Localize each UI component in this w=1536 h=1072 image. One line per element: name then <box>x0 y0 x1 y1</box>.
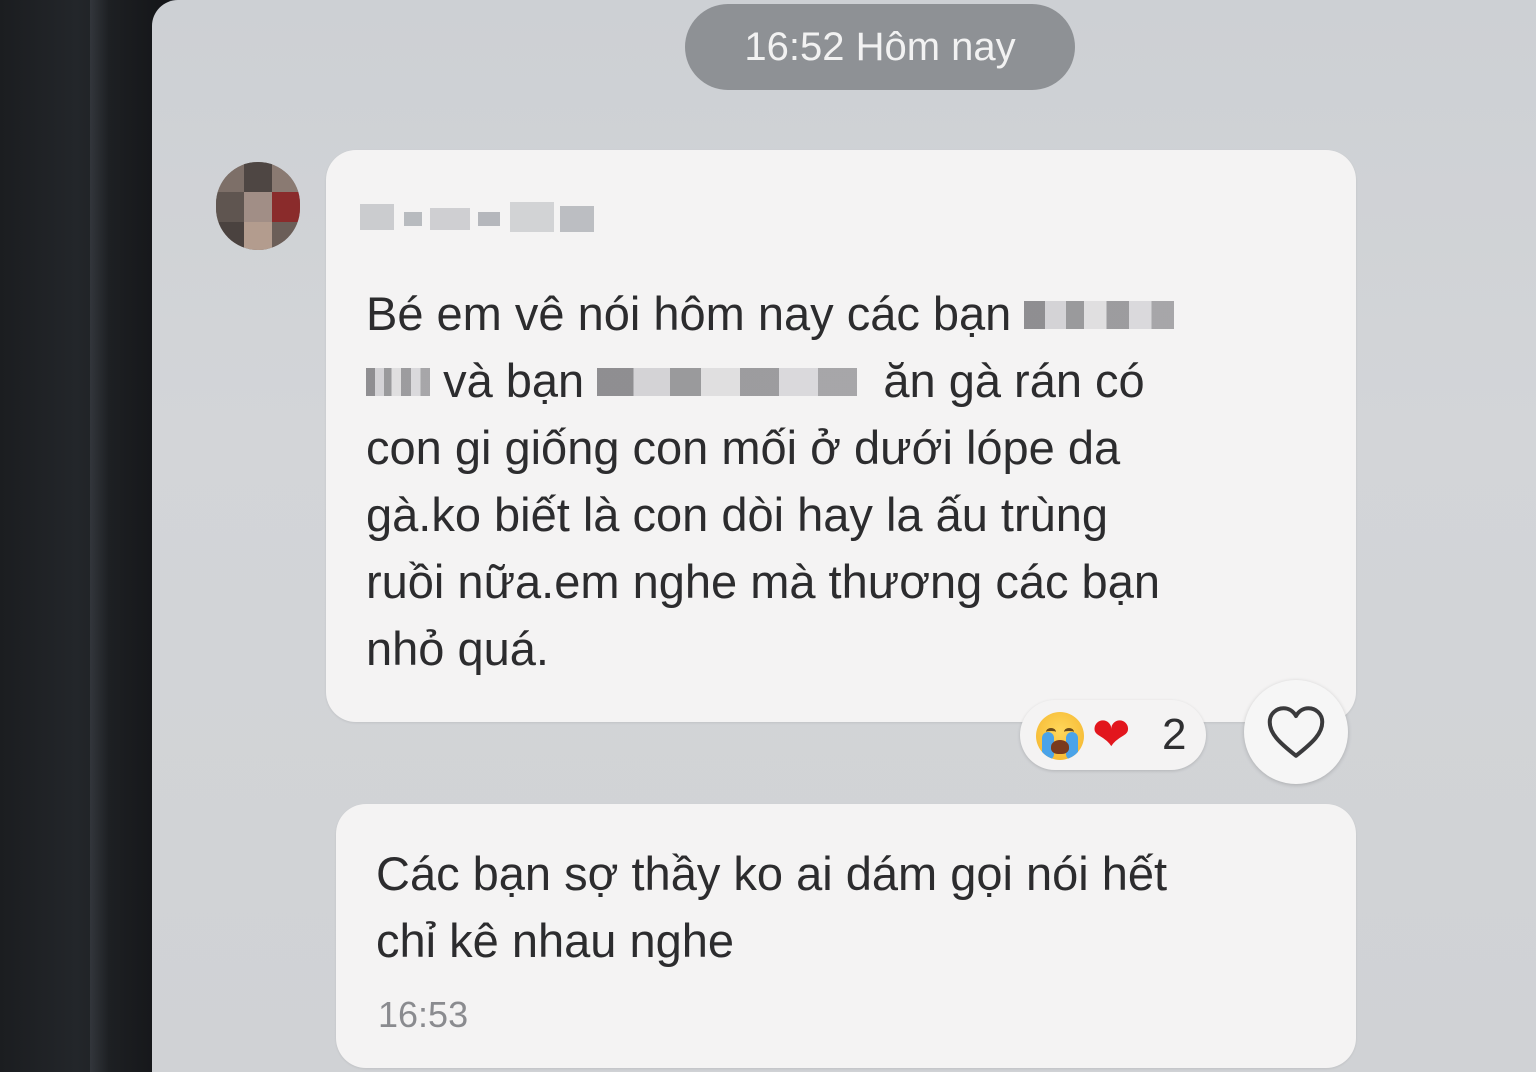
avatar[interactable] <box>216 162 300 250</box>
heart-outline-icon <box>1267 706 1325 758</box>
message-line: nhỏ quá. <box>366 622 549 675</box>
date-separator: 16:52 Hôm nay <box>685 4 1075 90</box>
phone-bezel <box>0 0 170 1072</box>
message-time: 16:53 <box>378 994 469 1035</box>
redacted-name <box>597 367 858 396</box>
reaction-summary[interactable]: ❤ 2 <box>1020 700 1206 770</box>
redacted-name <box>366 367 430 396</box>
react-heart-button[interactable] <box>1244 680 1348 784</box>
message-line: gà.ko biết là con dòi hay la ấu trùng <box>366 488 1109 541</box>
message-text: Các bạn sợ thầy ko ai dám gọi nói hết ch… <box>376 840 1167 974</box>
message-line: chỉ kê nhau nghe <box>376 914 735 967</box>
phone-bezel-edge <box>90 0 108 1072</box>
message-line: ruồi nữa.em nghe mà thương các bạn <box>366 555 1160 608</box>
reaction-count: 2 <box>1162 710 1187 759</box>
crying-face-icon <box>1036 712 1084 760</box>
message-line: ăn gà rán có <box>883 354 1145 407</box>
redacted-name <box>1024 300 1175 329</box>
message-line: Các bạn sợ thầy ko ai dám gọi nói hết <box>376 847 1168 900</box>
message-line: và bạn <box>443 354 585 407</box>
message-line: Bé em vê nói hôm nay các bạn <box>366 287 1012 340</box>
sender-name-redacted <box>360 198 600 234</box>
message-line: con gi giống con mối ở dưới lópe da <box>366 421 1121 474</box>
red-heart-icon: ❤ <box>1092 708 1131 760</box>
photo-of-phone-screen: 16:52 Hôm nay Bé em vê nói hôm nay các b… <box>0 0 1536 1072</box>
message-text: Bé em vê nói hôm nay các bạn và bạn ăn g… <box>366 280 1175 682</box>
